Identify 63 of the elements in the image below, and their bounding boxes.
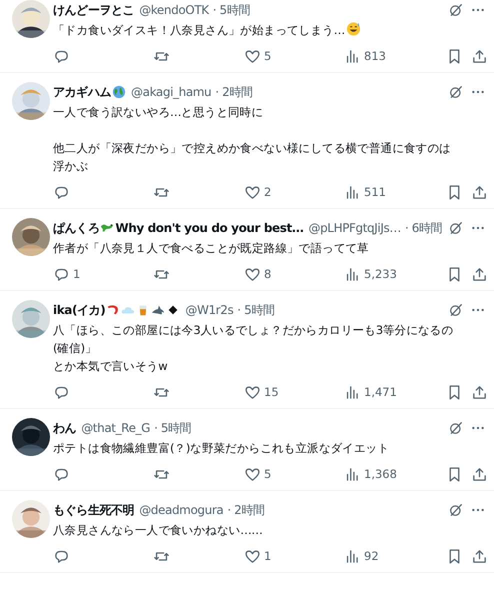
post-time[interactable]: · 2時間 xyxy=(215,84,253,100)
like-count: 5 xyxy=(264,467,272,481)
user-handle[interactable]: @pLHPFgtqJiJs… xyxy=(308,221,401,235)
reply-text: 他二人が「深夜だから」で控えめか食べない様にしてる横で普通に食すのは xyxy=(53,141,451,155)
reply-count: 1 xyxy=(73,267,80,281)
user-name[interactable]: Why don't you do your best… xyxy=(115,221,304,235)
share-icon[interactable] xyxy=(471,384,488,400)
heart-icon[interactable] xyxy=(244,548,261,564)
heart-icon[interactable] xyxy=(244,384,261,400)
view-count: 1,471 xyxy=(364,385,397,399)
globe-icon xyxy=(112,85,126,99)
reply-text: 「ドカ食いダイスキ！八奈見さん」が始まってしまう… xyxy=(53,23,346,37)
post-time[interactable]: · 6時間 xyxy=(404,220,442,236)
user-name[interactable]: ika(イカ) xyxy=(53,302,106,318)
reply-text: ポテトは食物繊維豊富(？)な野菜だからこれも立派なダイエット xyxy=(53,441,389,455)
slashed-circle-icon[interactable] xyxy=(448,420,464,436)
post-time[interactable]: · 5時間 xyxy=(237,302,275,318)
like-count: 15 xyxy=(264,385,279,399)
view-count: 1,368 xyxy=(364,467,397,481)
share-icon[interactable] xyxy=(471,466,488,482)
post-time[interactable]: · 5時間 xyxy=(154,420,192,436)
heart-icon[interactable] xyxy=(244,266,261,282)
user-handle[interactable]: @that_Re_G xyxy=(81,421,150,435)
view-count: 92 xyxy=(364,549,379,563)
heart-icon[interactable] xyxy=(244,184,261,200)
post-time[interactable]: · 5時間 xyxy=(212,2,250,18)
slashed-circle-icon[interactable] xyxy=(448,84,464,100)
like-count: 1 xyxy=(264,549,272,563)
slashed-circle-icon[interactable] xyxy=(448,302,464,318)
post-time[interactable]: · 2時間 xyxy=(227,502,265,518)
heart-icon[interactable] xyxy=(244,48,261,64)
shark-icon xyxy=(151,303,166,317)
view-count: 813 xyxy=(364,49,386,63)
reply-text: 八「ほら、この部屋には今3人いるでしょ？だからカロリーも3等分になるの xyxy=(53,323,454,337)
slashed-circle-icon[interactable] xyxy=(448,2,464,18)
like-count: 8 xyxy=(264,267,272,281)
reply-text: 作者が「八奈見１人で食べることが既定路線」で語ってて草 xyxy=(53,241,369,255)
user-handle[interactable]: @akagi_hamu xyxy=(131,85,212,99)
reply-text: 八奈見さんなら一人で食いかねない…… xyxy=(53,523,263,537)
reply-text: 一人で食う訳ないやろ…と思うと同時に xyxy=(53,105,264,119)
reply-text: (確信)」 xyxy=(53,341,96,355)
share-icon[interactable] xyxy=(471,548,488,564)
slashed-circle-icon[interactable] xyxy=(448,502,464,518)
view-count: 511 xyxy=(364,185,386,199)
user-handle[interactable]: @kendoOTK xyxy=(139,3,209,17)
user-name[interactable]: けんどーヲとこ xyxy=(53,2,134,18)
share-icon[interactable] xyxy=(471,184,488,200)
grinning-sweat-icon xyxy=(346,21,362,36)
user-name[interactable]: わん xyxy=(53,420,76,436)
like-count: 5 xyxy=(264,49,272,63)
share-icon[interactable] xyxy=(471,48,488,64)
reply-text: とか本気で言いそうw xyxy=(53,359,168,373)
share-icon[interactable] xyxy=(471,266,488,282)
user-name[interactable]: アカギハム xyxy=(53,84,112,100)
user-handle[interactable]: @W1r2s xyxy=(185,303,234,317)
reply-text: 浮かぶ xyxy=(53,159,88,173)
heart-icon[interactable] xyxy=(244,466,261,482)
view-count: 5,233 xyxy=(364,267,397,281)
user-name[interactable]: もぐら生死不明 xyxy=(53,502,134,518)
user-handle[interactable]: @deadmogura xyxy=(139,503,224,517)
like-count: 2 xyxy=(264,185,272,199)
user-name[interactable]: ぱんくろ xyxy=(53,220,100,236)
slashed-circle-icon[interactable] xyxy=(448,220,464,236)
